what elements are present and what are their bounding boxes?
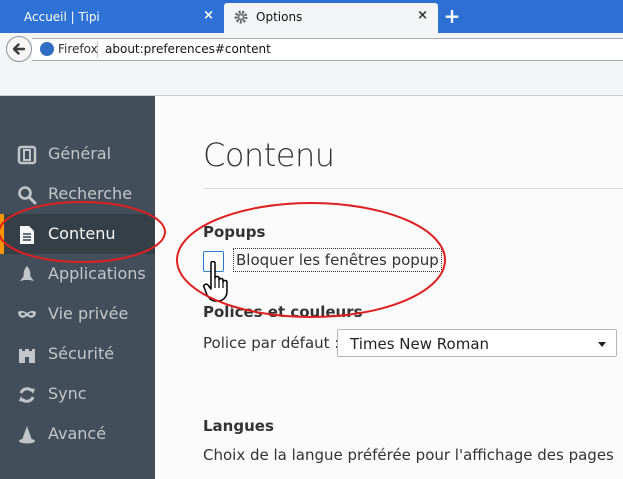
category-label: Recherche bbox=[48, 184, 133, 203]
category-privacy[interactable]: Vie privée bbox=[0, 294, 155, 334]
popups-heading: Popups bbox=[203, 223, 266, 241]
category-sync[interactable]: Sync bbox=[0, 374, 155, 414]
category-content[interactable]: Contenu bbox=[0, 214, 155, 254]
general-icon bbox=[17, 145, 37, 165]
category-security[interactable]: Sécurité bbox=[0, 334, 155, 374]
category-advanced[interactable]: Avancé bbox=[0, 414, 155, 454]
tab-accueil-tipi[interactable]: Accueil | Tipi × bbox=[0, 3, 224, 33]
category-label: Applications bbox=[48, 264, 146, 283]
tab-strip: Accueil | Tipi × Options × + bbox=[0, 0, 623, 33]
default-font-select[interactable]: Times New Roman bbox=[337, 329, 617, 357]
categories-sidebar: Général Recherche Contenu Applications V… bbox=[0, 96, 155, 479]
hand-pointer-icon bbox=[203, 261, 228, 302]
category-label: Contenu bbox=[48, 224, 116, 243]
header-divider bbox=[203, 188, 623, 189]
new-tab-button[interactable]: + bbox=[442, 6, 462, 26]
tab-label: Options bbox=[256, 10, 303, 24]
back-button[interactable] bbox=[6, 36, 32, 62]
firefox-icon bbox=[40, 42, 54, 56]
default-font-value: Times New Roman bbox=[350, 335, 490, 353]
sync-icon bbox=[19, 387, 35, 403]
wizard-hat-icon bbox=[19, 426, 35, 444]
selection-indicator bbox=[0, 214, 4, 254]
category-label: Général bbox=[48, 144, 112, 163]
search-icon bbox=[18, 186, 37, 205]
dropdown-arrow-icon bbox=[598, 342, 606, 347]
close-icon[interactable]: × bbox=[203, 9, 214, 23]
document-icon bbox=[20, 226, 34, 244]
close-icon[interactable]: × bbox=[417, 9, 428, 23]
default-font-label: Police par défaut : bbox=[203, 334, 340, 352]
mask-icon bbox=[18, 310, 36, 318]
category-applications[interactable]: Applications bbox=[0, 254, 155, 294]
rocket-icon bbox=[20, 266, 34, 281]
languages-heading: Langues bbox=[203, 417, 274, 435]
url-text[interactable]: about:preferences#content bbox=[105, 42, 271, 56]
gear-icon bbox=[234, 10, 248, 24]
category-general[interactable]: Général bbox=[0, 134, 155, 174]
fonts-colors-heading: Polices et couleurs bbox=[203, 303, 363, 321]
identity-label: Firefox bbox=[58, 42, 98, 56]
navigation-toolbar: Firefox about:preferences#content bbox=[0, 33, 623, 96]
category-label: Vie privée bbox=[48, 304, 129, 323]
back-arrow-icon bbox=[12, 43, 26, 55]
divider bbox=[97, 41, 98, 58]
category-label: Sécurité bbox=[48, 344, 115, 363]
block-popups-label[interactable]: Bloquer les fenêtres popup bbox=[233, 248, 442, 272]
tab-label: Accueil | Tipi bbox=[24, 10, 100, 24]
languages-description: Choix de la langue préférée pour l'affic… bbox=[203, 446, 614, 464]
castle-icon bbox=[19, 349, 35, 363]
url-bar[interactable]: Firefox about:preferences#content bbox=[32, 38, 623, 61]
category-label: Avancé bbox=[48, 424, 107, 443]
page-title: Contenu bbox=[203, 136, 335, 174]
category-label: Sync bbox=[48, 384, 87, 403]
preferences-pane: Contenu Popups Bloquer les fenêtres popu… bbox=[155, 96, 623, 479]
tab-options[interactable]: Options × bbox=[224, 3, 438, 33]
category-search[interactable]: Recherche bbox=[0, 174, 155, 214]
